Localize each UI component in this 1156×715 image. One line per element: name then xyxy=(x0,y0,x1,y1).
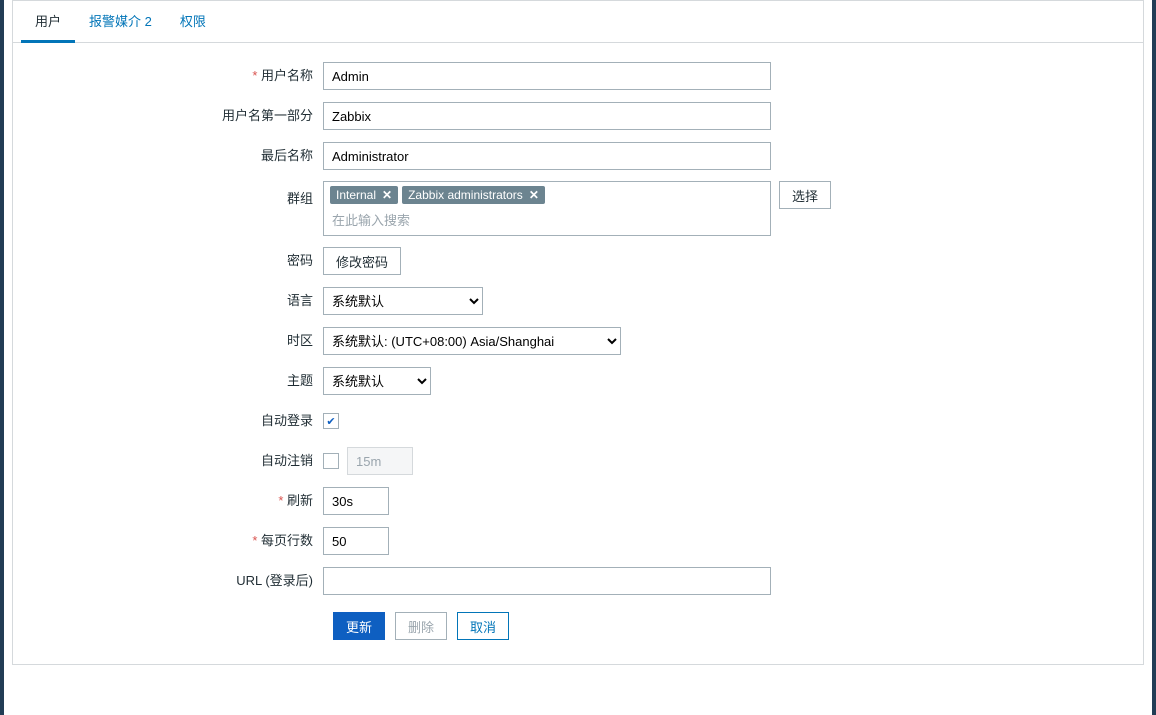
label-rows: 每页行数 xyxy=(33,527,323,555)
language-select[interactable]: 系统默认 xyxy=(323,287,483,315)
url-input[interactable] xyxy=(323,567,771,595)
autologout-checkbox[interactable] xyxy=(323,453,339,469)
delete-button: 删除 xyxy=(395,612,447,640)
update-button[interactable]: 更新 xyxy=(333,612,385,640)
refresh-input[interactable] xyxy=(323,487,389,515)
lastname-input[interactable] xyxy=(323,142,771,170)
timezone-select[interactable]: 系统默认: (UTC+08:00) Asia/Shanghai xyxy=(323,327,621,355)
autologin-checkbox[interactable] xyxy=(323,413,339,429)
label-password: 密码 xyxy=(33,247,323,275)
tab-bar: 用户 报警媒介 2 权限 xyxy=(13,1,1143,43)
label-groups: 群组 xyxy=(33,181,323,213)
groups-select-button[interactable]: 选择 xyxy=(779,181,831,209)
groups-multiselect[interactable]: Internal ✕ Zabbix administrators ✕ 在此输入搜… xyxy=(323,181,771,236)
remove-tag-icon[interactable]: ✕ xyxy=(529,188,539,202)
label-lastname: 最后名称 xyxy=(33,142,323,170)
cancel-button[interactable]: 取消 xyxy=(457,612,509,640)
remove-tag-icon[interactable]: ✕ xyxy=(382,188,392,202)
group-tag-label: Internal xyxy=(336,188,376,202)
group-tag: Internal ✕ xyxy=(330,186,398,204)
group-tag: Zabbix administrators ✕ xyxy=(402,186,545,204)
label-timezone: 时区 xyxy=(33,327,323,355)
label-language: 语言 xyxy=(33,287,323,315)
change-password-button[interactable]: 修改密码 xyxy=(323,247,401,275)
rows-input[interactable] xyxy=(323,527,389,555)
user-form: 用户名称 用户名第一部分 最后名称 群组 xyxy=(13,43,1143,664)
tab-media[interactable]: 报警媒介 2 xyxy=(75,1,166,43)
theme-select[interactable]: 系统默认 xyxy=(323,367,431,395)
tab-user[interactable]: 用户 xyxy=(21,1,75,43)
label-autologin: 自动登录 xyxy=(33,407,323,435)
label-url: URL (登录后) xyxy=(33,567,323,595)
username-input[interactable] xyxy=(323,62,771,90)
label-username: 用户名称 xyxy=(33,62,323,90)
group-tag-label: Zabbix administrators xyxy=(408,188,523,202)
label-firstname: 用户名第一部分 xyxy=(33,102,323,130)
autologout-value: 15m xyxy=(347,447,413,475)
groups-search-placeholder[interactable]: 在此输入搜索 xyxy=(330,208,764,231)
label-theme: 主题 xyxy=(33,367,323,395)
firstname-input[interactable] xyxy=(323,102,771,130)
tab-permissions[interactable]: 权限 xyxy=(166,1,220,43)
label-refresh: 刷新 xyxy=(33,487,323,515)
label-autologout: 自动注销 xyxy=(33,447,323,475)
